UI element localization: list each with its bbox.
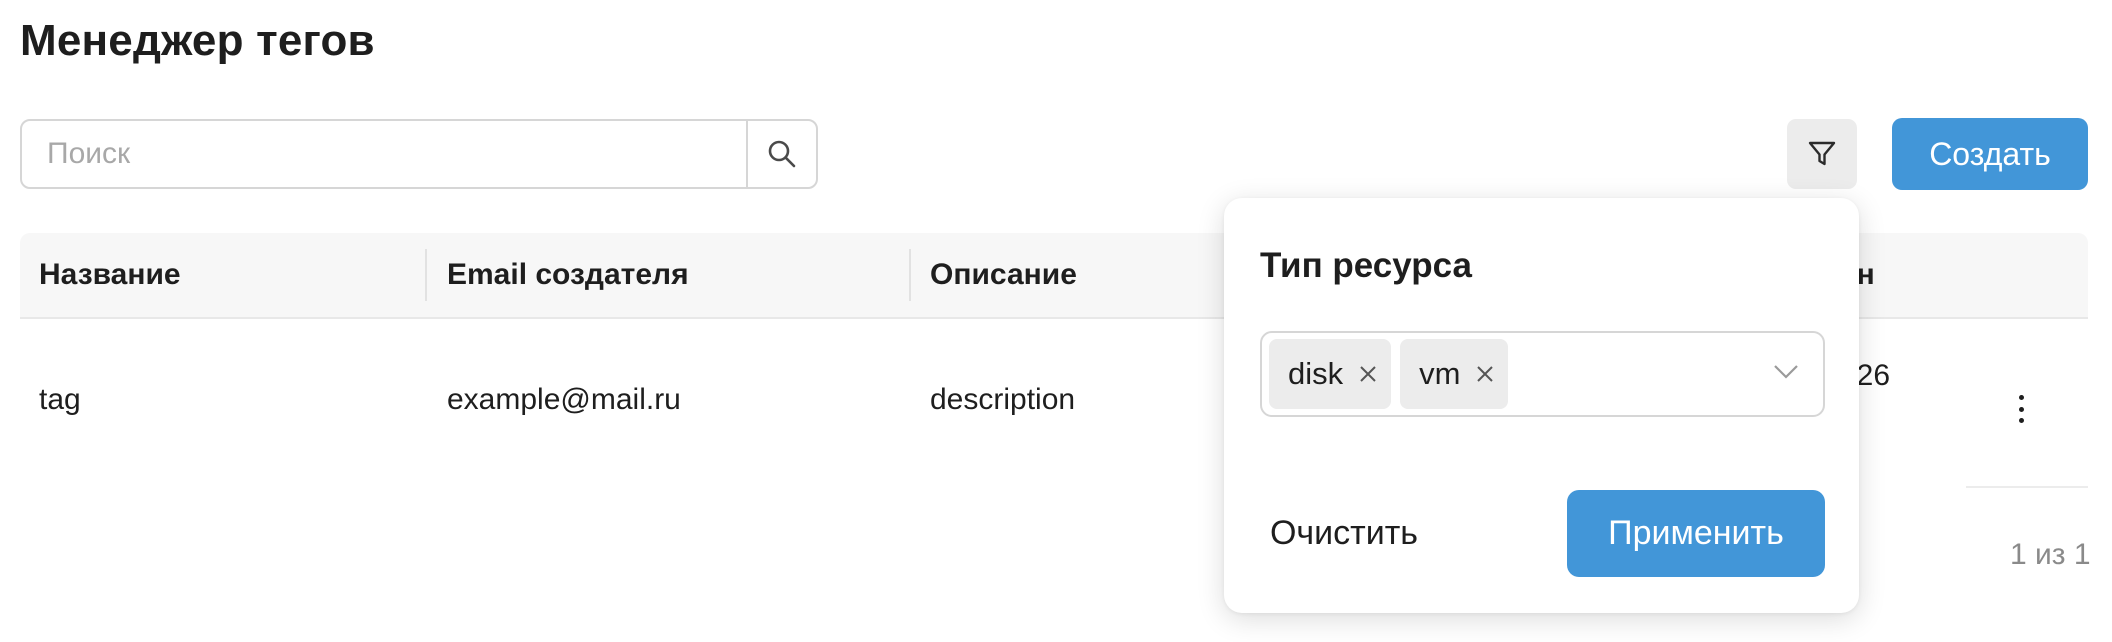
filter-popover: Тип ресурса disk vm Очистить Применить <box>1224 198 1859 613</box>
search-icon <box>768 140 796 168</box>
cell-email: example@mail.ru <box>447 383 681 416</box>
resource-type-select[interactable]: disk vm <box>1260 331 1825 417</box>
column-header-email[interactable]: Email создателя <box>447 233 887 317</box>
apply-button[interactable]: Применить <box>1567 490 1825 577</box>
search-button[interactable] <box>746 121 816 187</box>
column-header-description[interactable]: Описание <box>930 233 1230 317</box>
column-divider <box>425 249 427 301</box>
more-vertical-icon[interactable] <box>2006 389 2036 429</box>
close-icon[interactable] <box>1472 361 1498 387</box>
cell-name: tag <box>39 383 81 416</box>
chip-vm: vm <box>1400 339 1509 409</box>
create-button[interactable]: Создать <box>1892 118 2088 190</box>
filter-icon <box>1808 141 1836 166</box>
pagination-label: 1 из 1 <box>2010 538 2091 571</box>
chip-disk: disk <box>1269 339 1392 409</box>
filter-title: Тип ресурса <box>1260 246 1473 285</box>
chip-label: vm <box>1419 356 1461 391</box>
filter-button[interactable] <box>1787 119 1857 189</box>
row-divider <box>1966 486 2088 488</box>
search-field <box>20 119 818 189</box>
page-title: Менеджер тегов <box>20 16 375 65</box>
chip-label: disk <box>1288 356 1344 391</box>
search-input[interactable] <box>22 121 746 187</box>
column-header-name[interactable]: Название <box>39 233 419 317</box>
column-divider <box>909 249 911 301</box>
chevron-down-icon[interactable] <box>1773 363 1799 381</box>
cell-description: description <box>930 383 1076 416</box>
clear-button[interactable]: Очистить <box>1244 490 1444 576</box>
close-icon[interactable] <box>1355 361 1381 387</box>
